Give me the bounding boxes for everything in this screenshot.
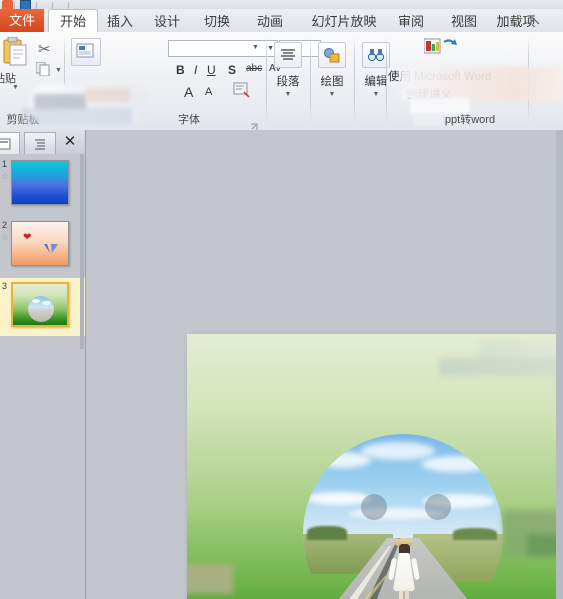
new-slide-icon[interactable] <box>71 38 101 66</box>
ribbon-group-ppt-to-word: 使用 Microsoft Word 创建讲义 ppt转word <box>388 32 528 128</box>
group-divider <box>64 36 65 122</box>
slide-star-icon: ☆ <box>1 171 10 181</box>
ppt-to-word-group-label: ppt转word <box>444 114 496 126</box>
group-divider <box>354 36 355 122</box>
paragraph-label: 段落 <box>276 76 300 88</box>
copy-icon[interactable] <box>35 61 52 77</box>
text-shadow-button[interactable]: S <box>228 63 236 77</box>
ppt-to-word-line1: 使用 Microsoft Word <box>388 71 492 83</box>
font-group-label: 字体 <box>178 114 200 126</box>
cut-scissors-icon[interactable]: ✂ <box>38 40 51 58</box>
panel-divider[interactable] <box>85 130 86 599</box>
drawing-label: 绘图 <box>320 76 344 88</box>
slide-thumbnail-row-2[interactable]: 2 ☆ ❤ <box>0 217 86 275</box>
clipboard-group-label: 剪贴板 <box>6 114 40 126</box>
ribbon-tab-bar: 文件 开始 插入 设计 切换 动画 幻灯片放映 审阅 视图 加载项 <box>0 9 563 34</box>
tab-view[interactable]: 视图 <box>443 10 485 33</box>
slide-star-icon: ☆ <box>1 232 10 242</box>
drawing-shapes-icon <box>318 42 346 68</box>
tab-home[interactable]: 开始 <box>48 9 98 34</box>
group-divider <box>310 36 311 122</box>
panel-tab-strip: ✕ <box>0 130 86 154</box>
ppt-to-word-line2: 创建讲义 <box>406 89 452 101</box>
clear-formatting-icon[interactable] <box>233 82 251 98</box>
slide-thumbnail-3[interactable] <box>11 282 69 327</box>
tab-design[interactable]: 设计 <box>143 10 191 33</box>
grow-font-button[interactable]: A <box>184 84 193 100</box>
dialog-launcher-icon[interactable] <box>250 118 258 130</box>
slides-thumbnail-icon <box>0 138 11 149</box>
ribbon: ✂ ▼ 粘贴 ▼ 剪贴板 <box>0 32 563 131</box>
main-scrollbar[interactable] <box>556 130 563 599</box>
slide-number-1: 1 <box>2 159 8 169</box>
group-divider <box>528 36 529 122</box>
tab-insert[interactable]: 插入 <box>99 10 141 33</box>
photo-cloud <box>313 452 371 468</box>
photo-treeline <box>453 528 497 540</box>
slide-number-2: 2 <box>2 220 8 230</box>
tab-file[interactable]: 文件 <box>0 9 44 33</box>
underline-button[interactable]: U <box>207 63 216 77</box>
drawing-caret-icon[interactable]: ▼ <box>312 91 352 98</box>
tab-review[interactable]: 审阅 <box>390 10 432 33</box>
slide-thumbnail-1[interactable] <box>11 160 69 205</box>
shrink-font-button[interactable]: A <box>205 86 212 98</box>
outline-lines-icon <box>35 138 45 150</box>
mosaic-censor-region <box>479 342 563 368</box>
drawing-button[interactable]: 绘图 ▼ <box>312 38 352 116</box>
slide-canvas[interactable] <box>187 334 563 599</box>
slide-number-3: 3 <box>2 281 8 291</box>
paste-icon[interactable] <box>2 36 28 67</box>
outline-tab[interactable] <box>24 132 56 154</box>
slide-photo-circle[interactable] <box>303 434 503 599</box>
slides-tab[interactable] <box>0 132 20 154</box>
slide-thumbnail-list: 1 ☆ 2 ☆ ❤ 3 <box>0 156 86 339</box>
photo-cloud <box>421 456 491 472</box>
tab-transitions[interactable]: 切换 <box>196 10 238 33</box>
heart-icon: ❤ <box>23 232 32 243</box>
strikethrough-button[interactable]: abc <box>246 63 262 74</box>
photo-cloud <box>361 442 435 460</box>
italic-button[interactable]: I <box>194 63 197 77</box>
thumbnail-photo-circle <box>28 296 54 322</box>
slide-thumbnail-row-3[interactable]: 3 <box>0 278 86 336</box>
overlay-dot-1[interactable] <box>361 494 387 520</box>
tab-slideshow[interactable]: 幻灯片放映 <box>302 10 386 33</box>
copy-caret-icon[interactable]: ▼ <box>55 67 62 74</box>
close-panel-button[interactable]: ✕ <box>61 133 79 151</box>
tab-animations[interactable]: 动画 <box>249 10 291 33</box>
ribbon-group-font: ▼ 18 ▼ B I U S abc AV A A 字体 <box>66 32 321 130</box>
slide-thumbnail-2[interactable]: ❤ <box>11 221 69 266</box>
overlay-dot-2[interactable] <box>425 494 451 520</box>
group-divider <box>266 36 267 122</box>
ribbon-group-clipboard: ✂ ▼ 粘贴 ▼ 剪贴板 <box>0 32 62 128</box>
paragraph-button[interactable]: 段落 ▼ <box>268 38 308 116</box>
font-name-input[interactable]: ▼ <box>168 40 278 57</box>
collapse-ribbon-icon[interactable] <box>527 15 541 27</box>
photo-girl <box>387 538 421 599</box>
paragraph-caret-icon[interactable]: ▼ <box>268 91 308 98</box>
powerpoint-window: 文件 开始 插入 设计 切换 动画 幻灯片放映 审阅 视图 加载项 ✂ ▼ 贴 … <box>0 0 563 599</box>
mosaic-censor-region <box>439 358 559 376</box>
ppt-to-word-icon[interactable] <box>423 38 458 54</box>
mosaic-censor-region <box>503 510 563 556</box>
group-divider <box>386 36 387 122</box>
slide-edit-area <box>90 130 563 599</box>
girl-leg <box>405 590 409 599</box>
bold-button[interactable]: B <box>176 63 185 77</box>
paragraph-align-icon <box>274 42 302 68</box>
slide-thumbnail-row-1[interactable]: 1 ☆ <box>0 156 86 214</box>
font-size-chevron-down-icon[interactable]: ▼ <box>252 44 259 51</box>
butterfly-icon <box>44 244 58 253</box>
girl-leg <box>399 590 403 599</box>
paste-caret-icon[interactable]: ▼ <box>12 84 19 91</box>
panel-scrollbar[interactable] <box>80 154 84 349</box>
photo-treeline <box>307 526 347 540</box>
mosaic-censor-region <box>187 564 233 594</box>
